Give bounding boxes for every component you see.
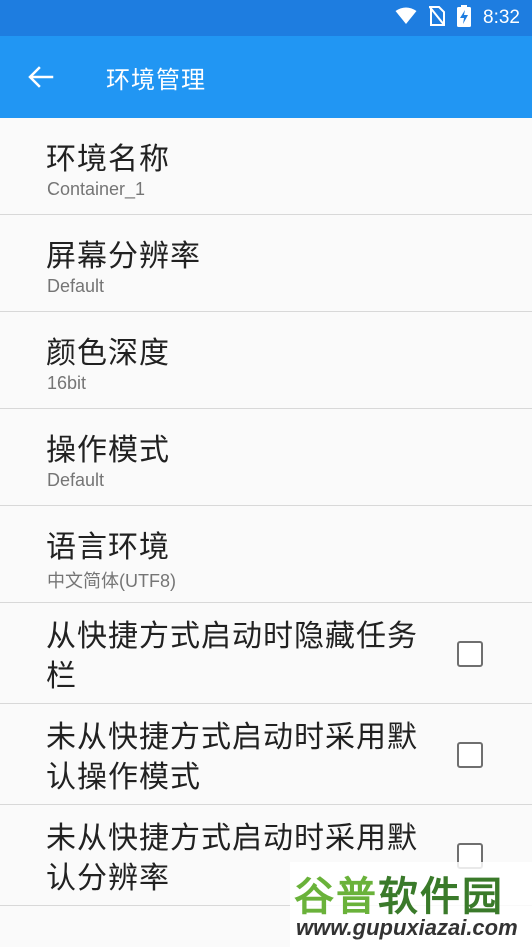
- setting-operation-mode[interactable]: 操作模式 Default: [0, 409, 532, 506]
- watermark-text-a: 谷普: [294, 874, 378, 920]
- setting-color-depth[interactable]: 颜色深度 16bit: [0, 312, 532, 409]
- settings-list: 环境名称 Container_1 屏幕分辨率 Default 颜色深度 16bi…: [0, 118, 532, 906]
- wifi-icon: [395, 7, 417, 29]
- setting-value: 16bit: [47, 373, 87, 393]
- watermark-text-b: 软件园: [378, 874, 504, 920]
- setting-title: 操作模式: [46, 433, 170, 468]
- status-time: 8:32: [483, 7, 520, 28]
- status-bar: 8:32: [0, 0, 532, 36]
- default-mode-checkbox[interactable]: [457, 742, 483, 768]
- setting-environment-name[interactable]: 环境名称 Container_1: [0, 118, 532, 215]
- setting-value: Default: [47, 470, 105, 490]
- watermark-logo: 谷普软件园 www.gupuxiazai.com: [290, 862, 532, 947]
- setting-title: 语言环境: [46, 530, 170, 565]
- watermark-url: www.gupuxiazai.com: [296, 915, 518, 940]
- watermark-title: 谷普软件园: [294, 864, 504, 922]
- checkbox-row-default-mode[interactable]: 未从快捷方式启动时采用默认操作模式: [0, 704, 532, 805]
- setting-value: 中文简体(UTF8): [47, 571, 176, 591]
- hide-taskbar-checkbox[interactable]: [457, 641, 483, 667]
- setting-language[interactable]: 语言环境 中文简体(UTF8): [0, 506, 532, 603]
- setting-title: 屏幕分辨率: [46, 239, 201, 274]
- checkbox-row-hide-taskbar[interactable]: 从快捷方式启动时隐藏任务栏: [0, 603, 532, 704]
- arrow-left-icon: [28, 66, 54, 88]
- app-bar: 环境管理: [0, 36, 532, 118]
- setting-value: Container_1: [47, 179, 146, 199]
- page-title: 环境管理: [106, 65, 206, 94]
- setting-title: 颜色深度: [46, 336, 170, 371]
- checkbox-label: 未从快捷方式启动时采用默认操作模式: [46, 720, 418, 795]
- no-sim-icon: [428, 5, 446, 30]
- setting-title: 环境名称: [46, 142, 170, 177]
- battery-charging-icon: [457, 5, 472, 31]
- setting-value: Default: [47, 276, 105, 296]
- back-button[interactable]: [0, 36, 82, 118]
- setting-screen-resolution[interactable]: 屏幕分辨率 Default: [0, 215, 532, 312]
- checkbox-label: 从快捷方式启动时隐藏任务栏: [46, 619, 418, 694]
